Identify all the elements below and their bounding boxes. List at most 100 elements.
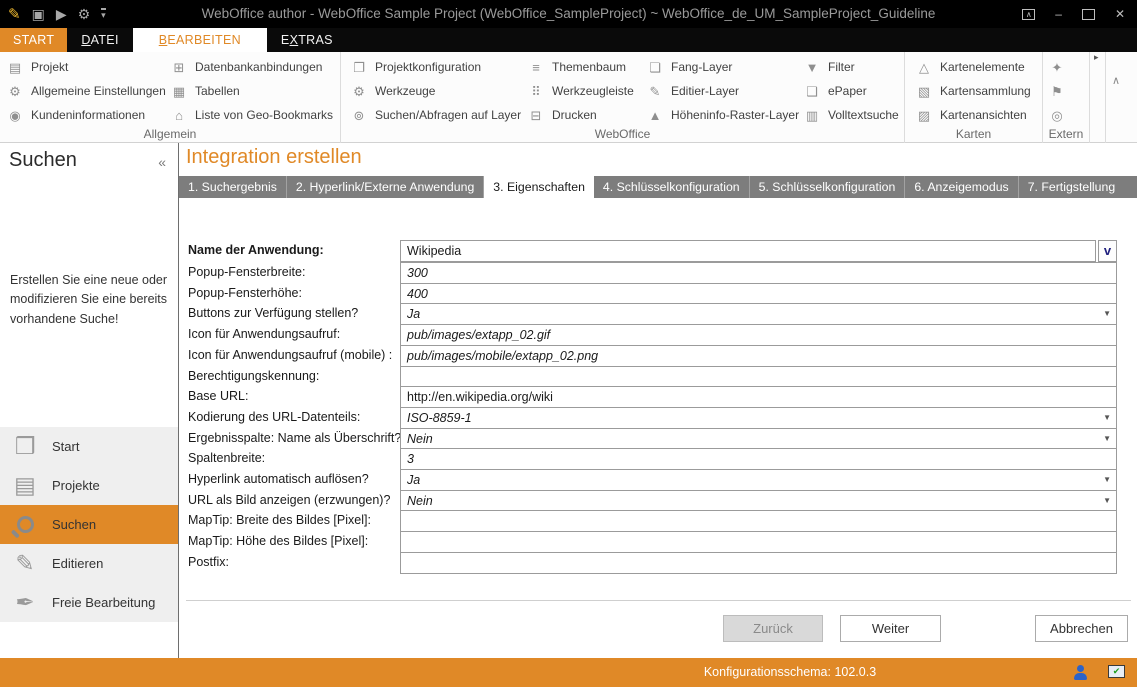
field-input-buttons-zur-verfügung-stellen[interactable]: Ja▼ [400, 303, 1117, 325]
field-input-popup-fensterbreite[interactable]: 300 [400, 262, 1117, 284]
field-input-ergebnisspalte-name-als-überschrift[interactable]: Nein▼ [400, 428, 1117, 450]
sidebar-item-suchen[interactable]: Suchen [0, 505, 178, 544]
wizard-tab-4-schlüsselkonfiguration[interactable]: 4. Schlüsselkonfiguration [594, 176, 750, 198]
chevron-right-icon[interactable]: ▸ [1094, 52, 1099, 63]
settings-icon: ⚙ [6, 85, 24, 98]
ribbon-button-tabellen[interactable]: ▦Tabellen [170, 79, 333, 103]
chevron-down-icon[interactable]: ▼ [1103, 429, 1111, 449]
ribbon-tab-start[interactable]: START [0, 28, 67, 52]
field-input-icon-für-anwendungsaufruf-mobile[interactable]: pub/images/mobile/extapp_02.png [400, 345, 1117, 367]
ribbon-button-label: Werkzeugleiste [552, 84, 634, 98]
ribbon-button-filter[interactable]: ▼Filter [803, 55, 899, 79]
ribbon-button-editier-layer[interactable]: ✎ Editier-Layer [646, 79, 799, 103]
ribbon-button-suchen-abfragen-auf-layer[interactable]: ⊚Suchen/Abfragen auf Layer [350, 103, 521, 127]
save-icon[interactable]: ▣ [32, 7, 45, 21]
ribbon-button-projektkonfiguration[interactable]: ❐Projektkonfiguration [350, 55, 521, 79]
ribbon-tab-bar: STARTDATEIBEARBEITENEXTRAS [0, 28, 1137, 52]
wizard-tab-1-suchergebnis[interactable]: 1. Suchergebnis [179, 176, 287, 198]
minimize-icon[interactable]: – [1055, 8, 1062, 20]
chevron-down-icon[interactable]: ▼ [1103, 408, 1111, 428]
field-input-popup-fensterhöhe[interactable]: 400 [400, 283, 1117, 305]
run-icon[interactable]: ▶ [56, 7, 67, 21]
back-button[interactable]: Zurück [723, 615, 823, 642]
ribbon-button-kartensammlung[interactable]: ▧Kartensammlung [915, 79, 1031, 103]
ribbon-button-allgemeine-einstellungen[interactable]: ⚙ Allgemeine Einstellungen [6, 79, 166, 103]
ribbon-button-label: Editier-Layer [671, 84, 739, 98]
field-input-icon-für-anwendungsaufruf[interactable]: pub/images/extapp_02.gif [400, 324, 1117, 346]
ribbon-button-kartenelemente[interactable]: △Kartenelemente [915, 55, 1031, 79]
field-input-hyperlink-automatisch-auflösen[interactable]: Ja▼ [400, 469, 1117, 491]
validate-button[interactable]: v [1098, 240, 1117, 262]
field-input-berechtigungskennung[interactable] [400, 366, 1117, 388]
user-icon[interactable] [1074, 665, 1087, 681]
field-input-url-als-bild-anzeigen-erzwungen[interactable]: Nein▼ [400, 490, 1117, 512]
field-input-kodierung-des-url-datenteils[interactable]: ISO-8859-1▼ [400, 407, 1117, 429]
sidebar-item-freie-bearbeitung[interactable]: ✒Freie Bearbeitung [0, 583, 178, 622]
ribbon-tab-datei[interactable]: DATEI [67, 28, 132, 52]
field-input-maptip-höhe-des-bildes-pixel[interactable] [400, 531, 1117, 553]
theme-tree-icon: ≡ [527, 61, 545, 74]
field-label: Hyperlink automatisch auflösen? [188, 469, 369, 490]
ribbon-button-epaper[interactable]: ❑ePaper [803, 79, 899, 103]
ribbon-button-label: Themenbaum [552, 60, 626, 74]
ribbon-button-liste-von-geo-bookmarks[interactable]: ⌂Liste von Geo-Bookmarks [170, 103, 333, 127]
wizard-tab-7-fertigstellung[interactable]: 7. Fertigstellung [1019, 176, 1125, 198]
sidebar-item-start[interactable]: ❒Start [0, 427, 178, 466]
wizard-tab-3-eigenschaften[interactable]: 3. Eigenschaften [484, 176, 594, 198]
sidebar-item-projekte[interactable]: ▤Projekte [0, 466, 178, 505]
field-input-postfix[interactable] [400, 552, 1117, 574]
qat-menu-icon[interactable]: ▾ [101, 8, 106, 20]
ribbon-strip [1090, 52, 1106, 143]
ribbon-button-label: Fang-Layer [671, 60, 732, 74]
next-button[interactable]: Weiter [840, 615, 941, 642]
sidebar-item-editieren[interactable]: ✎Editieren [0, 544, 178, 583]
ribbon-button-themenbaum[interactable]: ≡ Themenbaum [527, 55, 634, 79]
ribbon-button-drucken[interactable]: ⊟Drucken [527, 103, 634, 127]
divider [186, 600, 1131, 601]
close-icon[interactable]: ✕ [1115, 8, 1125, 20]
ribbon-button-werkzeuge[interactable]: ⚙Werkzeuge [350, 79, 521, 103]
field-input-spaltenbreite[interactable]: 3 [400, 448, 1117, 470]
chevron-up-icon[interactable]: ∧ [1112, 74, 1120, 87]
ribbon-column: △Kartenelemente▧Kartensammlung▨Kartenans… [915, 55, 1031, 127]
ribbon-tab-extras[interactable]: EXTRAS [267, 28, 347, 52]
chevron-down-icon[interactable]: ▼ [1103, 304, 1111, 324]
ribbon-button-volltextsuche[interactable]: ▥Volltextsuche [803, 103, 899, 127]
field-label: Kodierung des URL-Datenteils: [188, 407, 360, 428]
chevron-down-icon[interactable]: ▼ [1103, 470, 1111, 490]
ribbon-button-pin-icon[interactable]: ✦ [1048, 55, 1066, 79]
ribbon-button-werkzeugleiste[interactable]: ⠿Werkzeugleiste [527, 79, 634, 103]
field-label: Ergebnisspalte: Name als Überschrift? [188, 428, 401, 449]
ribbon-button-label: Allgemeine Einstellungen [31, 84, 166, 98]
wizard-tab-5-schlüsselkonfiguration[interactable]: 5. Schlüsselkonfiguration [750, 176, 906, 198]
elevation-icon: ▲ [646, 109, 664, 122]
wizard-tab-6-anzeigemodus[interactable]: 6. Anzeigemodus [905, 176, 1018, 198]
db-search-icon: ◎ [1048, 109, 1066, 122]
ribbon-button-location-icon[interactable]: ⚑ [1048, 79, 1066, 103]
chevron-down-icon[interactable]: ▼ [1103, 491, 1111, 511]
collapse-panel-icon[interactable]: « [158, 154, 166, 170]
ribbon-button-label: Höheninfo-Raster-Layer [671, 108, 799, 122]
field-input-base-url[interactable]: http://en.wikipedia.org/wiki [400, 386, 1117, 408]
field-input-name-der-anwendung[interactable]: Wikipedia [400, 240, 1096, 262]
ribbon-button-projekt[interactable]: ▤Projekt [6, 55, 166, 79]
ribbon-tab-bearbeiten[interactable]: BEARBEITEN [133, 28, 267, 52]
ribbon-button-höheninfo-raster-layer[interactable]: ▲ Höheninfo-Raster-Layer [646, 103, 799, 127]
ribbon-button-db-search-icon[interactable]: ◎ [1048, 103, 1066, 127]
pencil-icon[interactable]: ✎ [8, 7, 21, 22]
edit-layer-icon: ✎ [646, 85, 664, 98]
cancel-button[interactable]: Abbrechen [1035, 615, 1128, 642]
ribbon-display-options-icon[interactable]: ∧ [1022, 9, 1035, 20]
tools-icon[interactable]: ⚙ [78, 7, 91, 21]
ribbon-button-kundeninformationen[interactable]: ◉Kundeninformationen [6, 103, 166, 127]
ribbon-group-label: Karten [905, 127, 1042, 141]
customer-info-icon: ◉ [6, 109, 24, 122]
monitor-icon[interactable]: ✔ [1108, 665, 1125, 678]
field-input-maptip-breite-des-bildes-pixel[interactable] [400, 510, 1117, 532]
field-label: Popup-Fensterbreite: [188, 262, 305, 283]
maximize-icon[interactable] [1082, 9, 1095, 20]
wizard-tab-2-hyperlink-externe-anwendung[interactable]: 2. Hyperlink/Externe Anwendung [287, 176, 484, 198]
ribbon-button-kartenansichten[interactable]: ▨Kartenansichten [915, 103, 1031, 127]
ribbon-button-fang-layer[interactable]: ❏Fang-Layer [646, 55, 799, 79]
ribbon-button-datenbankanbindungen[interactable]: ⊞Datenbankanbindungen [170, 55, 333, 79]
